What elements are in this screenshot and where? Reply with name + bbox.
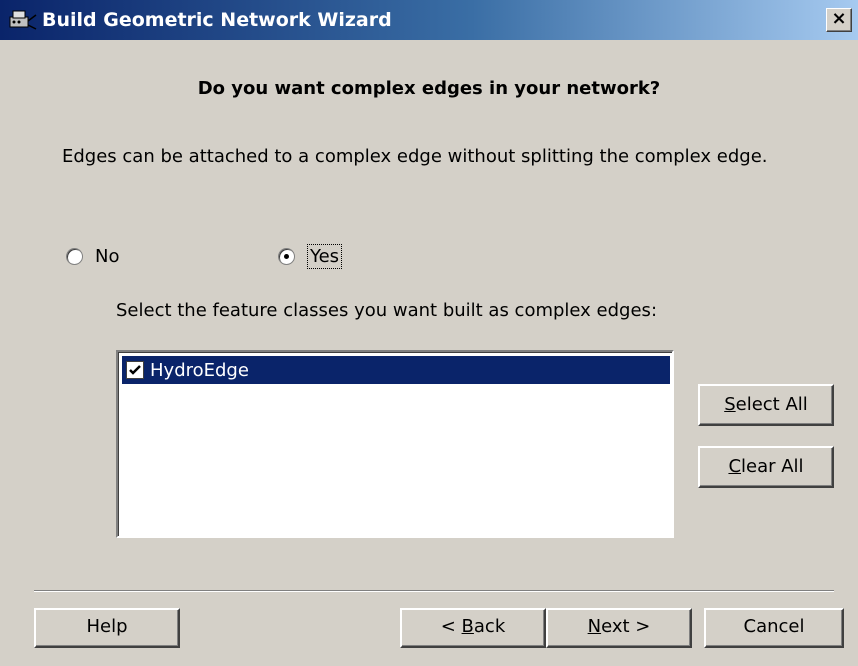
back-prefix: < (440, 616, 462, 637)
next-button[interactable]: Next > (546, 608, 692, 648)
clear-all-mnemonic: C (728, 456, 742, 477)
next-label: ext > (601, 616, 651, 637)
wizard-description: Edges can be attached to a complex edge … (62, 146, 768, 167)
cancel-label: Cancel (743, 616, 805, 637)
select-all-label: elect All (735, 394, 808, 415)
next-mnemonic: N (587, 616, 602, 637)
wizard-window: Build Geometric Network Wizard × Do you … (0, 0, 858, 666)
radio-no-circle[interactable] (66, 247, 83, 265)
radio-yes-label: Yes (307, 243, 343, 269)
feature-classes-list[interactable]: HydroEdge (116, 350, 674, 538)
cancel-button[interactable]: Cancel (704, 608, 844, 648)
close-icon: × (831, 8, 847, 29)
back-label: ack (473, 616, 506, 637)
close-button[interactable]: × (826, 8, 852, 32)
radio-no[interactable]: No (66, 244, 119, 268)
help-label: Help (86, 616, 128, 637)
clear-all-button[interactable]: Clear All (698, 446, 834, 488)
footer-separator (34, 590, 834, 592)
window-title: Build Geometric Network Wizard (42, 9, 392, 31)
radio-yes[interactable]: Yes (278, 243, 343, 269)
back-button[interactable]: < Back (400, 608, 546, 648)
radio-yes-circle[interactable] (278, 247, 295, 265)
help-button[interactable]: Help (34, 608, 180, 648)
title-bar[interactable]: Build Geometric Network Wizard × (0, 0, 858, 40)
list-item-label: HydroEdge (150, 359, 249, 381)
wizard-question: Do you want complex edges in your networ… (197, 78, 661, 99)
network-wizard-icon (8, 7, 38, 33)
back-mnemonic: B (461, 616, 474, 637)
radio-selected-dot (284, 253, 289, 259)
select-all-mnemonic: S (724, 394, 736, 415)
checkmark-icon (129, 365, 141, 375)
list-item[interactable]: HydroEdge (122, 356, 670, 384)
radio-no-label: No (95, 245, 120, 267)
clear-all-label: lear All (741, 456, 804, 477)
feature-classes-label: Select the feature classes you want buil… (116, 300, 658, 321)
select-all-button[interactable]: Select All (698, 384, 834, 426)
list-item-checkbox[interactable] (126, 361, 144, 379)
